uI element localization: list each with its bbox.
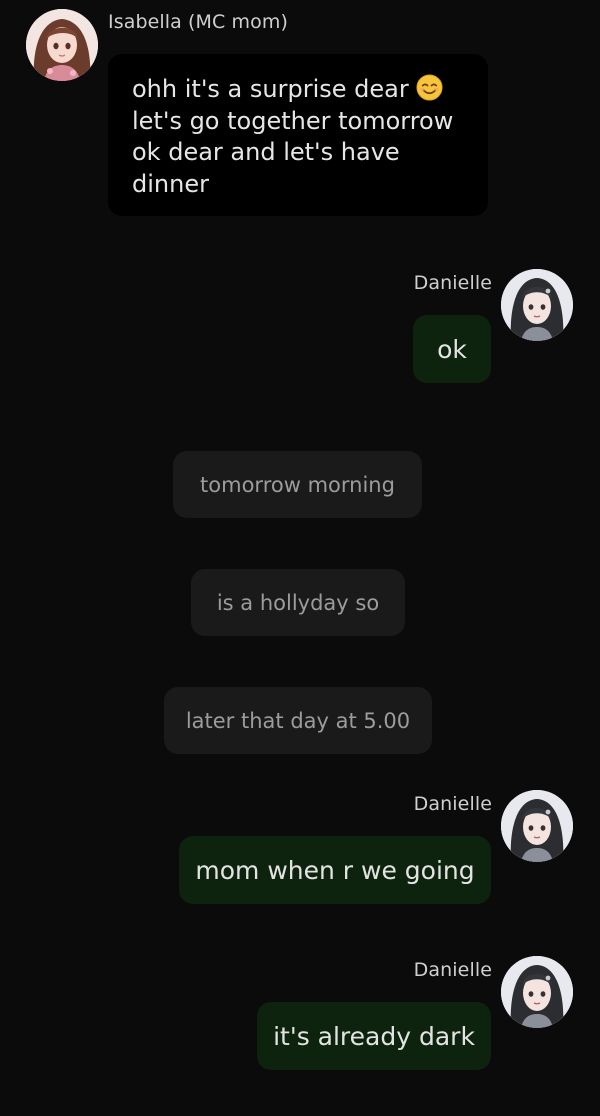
narration-bubble: later that day at 5.00 (164, 687, 432, 754)
message-line: dinner (132, 169, 209, 198)
sender-name: Danielle (413, 793, 492, 815)
player-message-bubble: mom when r we going (179, 836, 491, 904)
isabella-avatar (26, 9, 98, 81)
player-message-bubble: it's already dark (257, 1002, 491, 1070)
message-line: let's go together tomorrow (132, 106, 454, 135)
smiling-face-emoji-icon (416, 74, 443, 101)
danielle-avatar (501, 790, 573, 862)
player-message-bubble: ok (413, 315, 491, 383)
sender-name: Danielle (413, 959, 492, 981)
character-message-bubble: ohh it's a surprise dear let's go togeth… (108, 54, 488, 216)
sender-name: Isabella (MC mom) (108, 11, 289, 33)
message-line: ok dear and let's have (132, 138, 400, 166)
narration-bubble: tomorrow morning (173, 451, 422, 518)
danielle-avatar (501, 269, 573, 341)
anime-girl-dark-hair-avatar-icon (501, 269, 573, 341)
sender-name: Danielle (413, 272, 492, 294)
narration-bubble: is a hollyday so (191, 569, 405, 636)
message-line: ohh it's a surprise dear (132, 74, 464, 106)
anime-girl-dark-hair-avatar-icon (501, 790, 573, 862)
anime-girl-brown-hair-avatar-icon (26, 9, 98, 81)
anime-girl-dark-hair-avatar-icon (501, 956, 573, 1028)
danielle-avatar (501, 956, 573, 1028)
